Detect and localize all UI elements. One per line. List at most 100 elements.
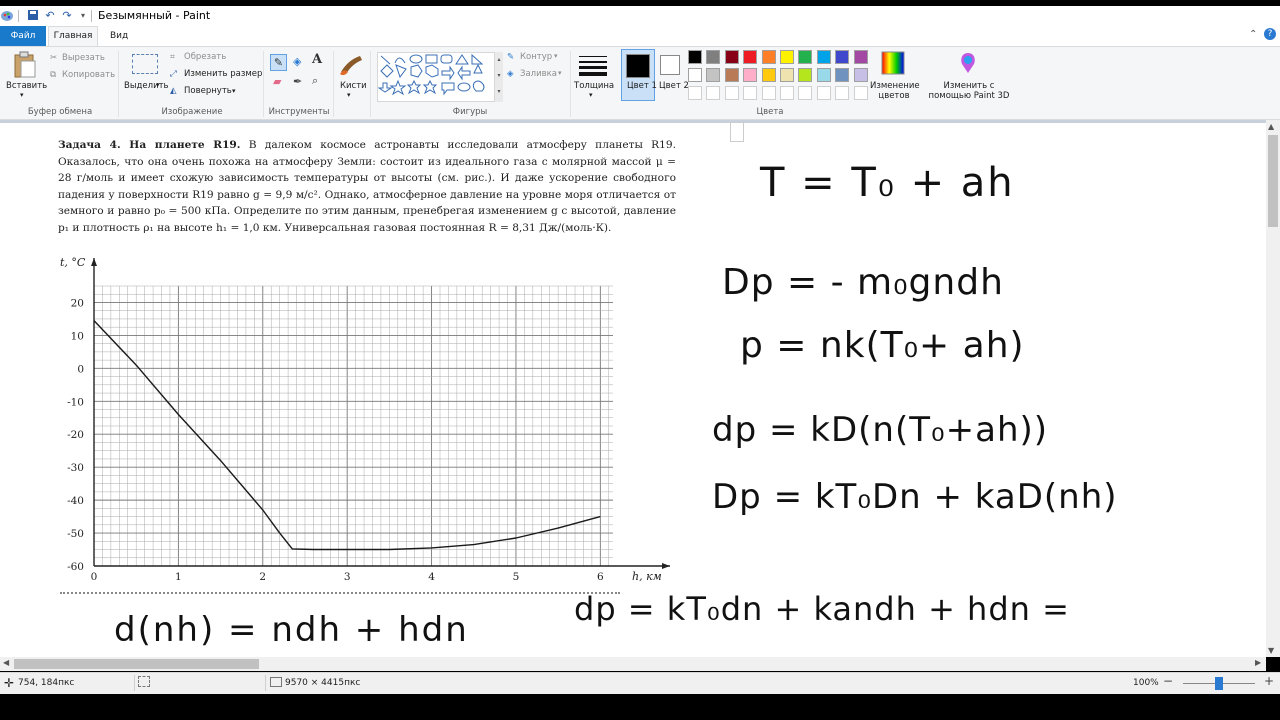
custom-color-slot[interactable]	[688, 86, 702, 100]
custom-color-slot[interactable]	[761, 86, 776, 100]
outline-icon[interactable]: ✎	[507, 52, 514, 62]
help-icon[interactable]: ?	[1264, 28, 1276, 40]
scroll-down-icon[interactable]: ▼	[1268, 646, 1274, 655]
brushes-dropdown-icon[interactable]: ▾	[347, 91, 351, 99]
horizontal-scroll-thumb[interactable]	[14, 659, 259, 669]
custom-color-slot[interactable]	[780, 86, 794, 100]
custom-color-slot[interactable]	[816, 86, 831, 100]
cut-button[interactable]: Вырезать	[62, 53, 105, 63]
palette-swatch[interactable]	[706, 68, 721, 82]
paint3d-icon[interactable]	[956, 51, 980, 75]
size-icon[interactable]	[577, 53, 609, 77]
palette-swatch[interactable]	[835, 50, 850, 64]
vertical-scroll-thumb[interactable]	[1268, 135, 1278, 227]
scroll-up-icon[interactable]: ▲	[1268, 122, 1274, 131]
custom-color-slot[interactable]	[706, 86, 721, 100]
cropped-text-remnant	[60, 592, 620, 598]
rotate-button[interactable]: Повернуть	[184, 86, 232, 96]
select-button[interactable]: Выделить	[124, 81, 169, 91]
palette-swatch[interactable]	[780, 50, 794, 64]
x-tick-label: 4	[428, 571, 435, 583]
separator	[91, 10, 92, 22]
handwritten-line: dp = kD(n(T₀+ah))	[712, 410, 1049, 450]
resize-button[interactable]: Изменить размер	[184, 69, 262, 79]
fill-icon[interactable]: ◈	[507, 69, 514, 79]
palette-swatch[interactable]	[761, 68, 776, 82]
shapes-gallery-scroll[interactable]: ▴ ▾ ▾	[495, 52, 503, 102]
size-button[interactable]: Толщина	[574, 81, 614, 91]
palette-swatch[interactable]	[724, 50, 739, 64]
color-picker-icon[interactable]: ✒	[293, 75, 302, 88]
magnifier-icon[interactable]: ⌕	[312, 74, 318, 88]
resize-icon[interactable]: ⤢	[170, 69, 177, 79]
copy-icon[interactable]: ⧉	[50, 70, 56, 80]
scroll-left-icon[interactable]: ◀	[3, 658, 9, 667]
fill-dropdown-icon[interactable]: ▾	[558, 69, 562, 77]
canvas-resize-handle[interactable]	[730, 122, 744, 142]
palette-swatch[interactable]	[816, 50, 831, 64]
shapes-gallery[interactable]	[377, 52, 495, 102]
brushes-button[interactable]: Кисти	[340, 81, 367, 91]
paint3d-button[interactable]: Изменить с помощью Paint 3D	[925, 81, 1013, 101]
palette-swatch[interactable]	[706, 50, 721, 64]
paint-app-icon[interactable]	[0, 9, 14, 23]
palette-swatch[interactable]	[688, 50, 702, 64]
brushes-icon[interactable]	[338, 52, 364, 78]
pencil-icon[interactable]: ✎	[270, 54, 287, 71]
color1-selector[interactable]	[621, 49, 655, 101]
title-bar: ↶ ↷ ▾ Безымянный - Paint	[0, 6, 1280, 26]
custom-color-slot[interactable]	[853, 86, 868, 100]
eraser-icon[interactable]: ▰	[273, 75, 281, 88]
palette-swatch[interactable]	[835, 68, 850, 82]
scroll-right-icon[interactable]: ▶	[1255, 658, 1261, 667]
fill-button[interactable]: Заливка	[520, 69, 557, 79]
paste-button[interactable]: Вставить	[6, 81, 47, 91]
cut-icon[interactable]: ✂	[50, 53, 57, 63]
size-dropdown-icon[interactable]: ▾	[589, 91, 593, 99]
rotate-icon[interactable]: ◭	[170, 86, 177, 96]
select-icon[interactable]	[132, 54, 158, 74]
color2-selector[interactable]	[658, 49, 684, 101]
paste-dropdown-icon[interactable]: ▾	[20, 91, 24, 99]
zoom-level: 100%	[1133, 678, 1159, 688]
custom-color-slot[interactable]	[724, 86, 739, 100]
copy-button[interactable]: Копировать	[62, 70, 115, 80]
redo-icon[interactable]: ↷	[60, 9, 74, 23]
x-tick-label: 2	[259, 571, 266, 583]
edit-colors-icon[interactable]	[881, 51, 905, 75]
palette-swatch[interactable]	[761, 50, 776, 64]
palette-swatch[interactable]	[798, 50, 813, 64]
palette-swatch[interactable]	[816, 68, 831, 82]
outline-button[interactable]: Контур	[520, 52, 552, 62]
tab-home[interactable]: Главная	[48, 26, 98, 46]
palette-swatch[interactable]	[688, 68, 702, 82]
crop-icon[interactable]: ⌗	[170, 52, 175, 62]
custom-color-slot[interactable]	[798, 86, 813, 100]
zoom-slider-thumb[interactable]	[1215, 677, 1223, 690]
rotate-dropdown-icon[interactable]: ▾	[232, 87, 236, 95]
crop-button[interactable]: Обрезать	[184, 52, 226, 62]
palette-swatch[interactable]	[798, 68, 813, 82]
fill-bucket-icon[interactable]: ◈	[293, 55, 301, 68]
text-icon[interactable]: A	[312, 52, 322, 67]
tab-view[interactable]: Вид	[110, 26, 128, 46]
custom-color-slot[interactable]	[743, 86, 758, 100]
zoom-in-icon[interactable]: +	[1264, 674, 1274, 688]
palette-swatch[interactable]	[724, 68, 739, 82]
palette-swatch[interactable]	[780, 68, 794, 82]
save-icon[interactable]	[26, 9, 40, 23]
palette-swatch[interactable]	[853, 68, 868, 82]
select-dropdown-icon[interactable]: ▾	[156, 81, 160, 89]
edit-colors-button[interactable]: Изменение цветов	[870, 81, 920, 101]
undo-icon[interactable]: ↶	[43, 9, 57, 23]
paste-icon[interactable]	[12, 51, 38, 82]
palette-swatch[interactable]	[743, 68, 758, 82]
quick-access-dropdown-icon[interactable]: ▾	[76, 9, 90, 23]
outline-dropdown-icon[interactable]: ▾	[554, 52, 558, 60]
zoom-out-icon[interactable]: −	[1163, 674, 1173, 688]
tab-file[interactable]: Файл	[0, 26, 46, 46]
collapse-ribbon-icon[interactable]: ⌃	[1249, 29, 1257, 40]
palette-swatch[interactable]	[743, 50, 758, 64]
palette-swatch[interactable]	[853, 50, 868, 64]
custom-color-slot[interactable]	[835, 86, 850, 100]
